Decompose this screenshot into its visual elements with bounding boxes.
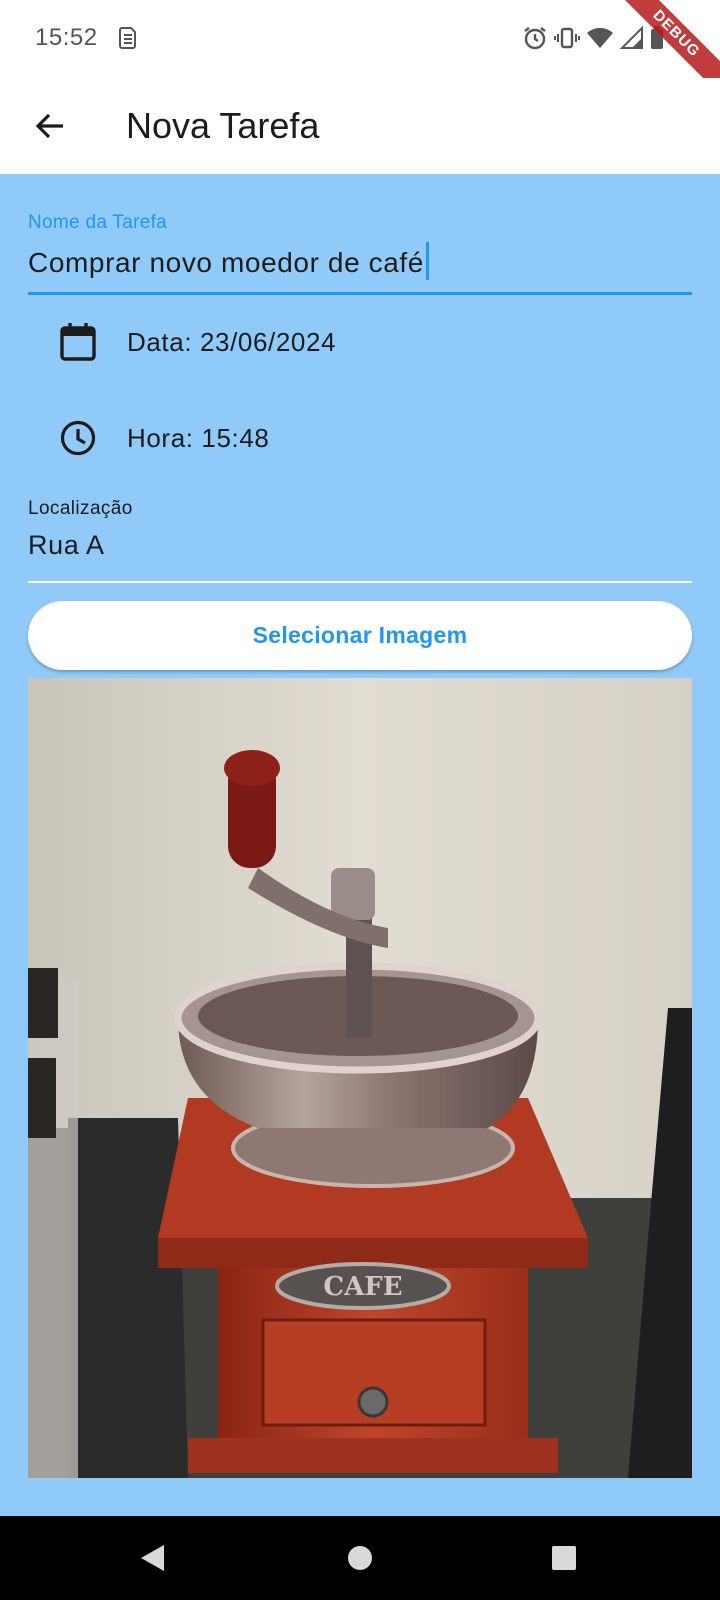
back-triangle-icon [141, 1545, 164, 1571]
alarm-icon [522, 25, 548, 51]
text-caret [425, 242, 429, 280]
task-form: Nome da Tarefa Comprar novo moedor de ca… [0, 174, 720, 1516]
sim-card-icon [119, 26, 137, 55]
clock-icon [56, 416, 100, 460]
status-bar: 15:52 DEBUG [0, 0, 720, 100]
home-circle-icon [348, 1546, 372, 1570]
nav-home-button[interactable] [336, 1534, 384, 1582]
date-text: Data: 23/06/2024 [127, 326, 337, 357]
task-name-value: Comprar novo moedor de café [28, 247, 424, 278]
date-picker-tile[interactable]: Data: 23/06/2024 [28, 302, 692, 382]
location-underline [28, 581, 692, 583]
nav-back-button[interactable] [128, 1534, 176, 1582]
system-nav-bar [0, 1516, 720, 1600]
nav-recents-button[interactable] [540, 1534, 588, 1582]
signal-icon [620, 26, 644, 50]
wifi-icon [586, 26, 614, 50]
page-title: Nova Tarefa [126, 105, 320, 146]
calendar-icon [56, 320, 100, 364]
location-input[interactable]: Rua A [28, 530, 105, 561]
task-name-label: Nome da Tarefa [28, 212, 168, 233]
back-button[interactable] [26, 102, 74, 150]
location-label: Localização [28, 498, 133, 519]
arrow-back-icon [35, 113, 63, 139]
time-text: Hora: 15:48 [127, 422, 270, 453]
status-time: 15:52 [35, 24, 98, 51]
status-icons [522, 24, 664, 52]
task-name-input[interactable]: Comprar novo moedor de café [28, 242, 429, 280]
selected-image: CAFE [28, 678, 692, 1478]
cafe-plate-label: CAFE [323, 1272, 402, 1302]
recents-square-icon [552, 1546, 576, 1570]
select-image-button[interactable]: Selecionar Imagem [28, 601, 692, 670]
time-picker-tile[interactable]: Hora: 15:48 [28, 398, 692, 478]
app-bar: Nova Tarefa [0, 78, 720, 174]
coffee-grinder-photo: CAFE [28, 678, 692, 1478]
vibrate-icon [554, 25, 580, 51]
task-name-underline [28, 292, 692, 295]
